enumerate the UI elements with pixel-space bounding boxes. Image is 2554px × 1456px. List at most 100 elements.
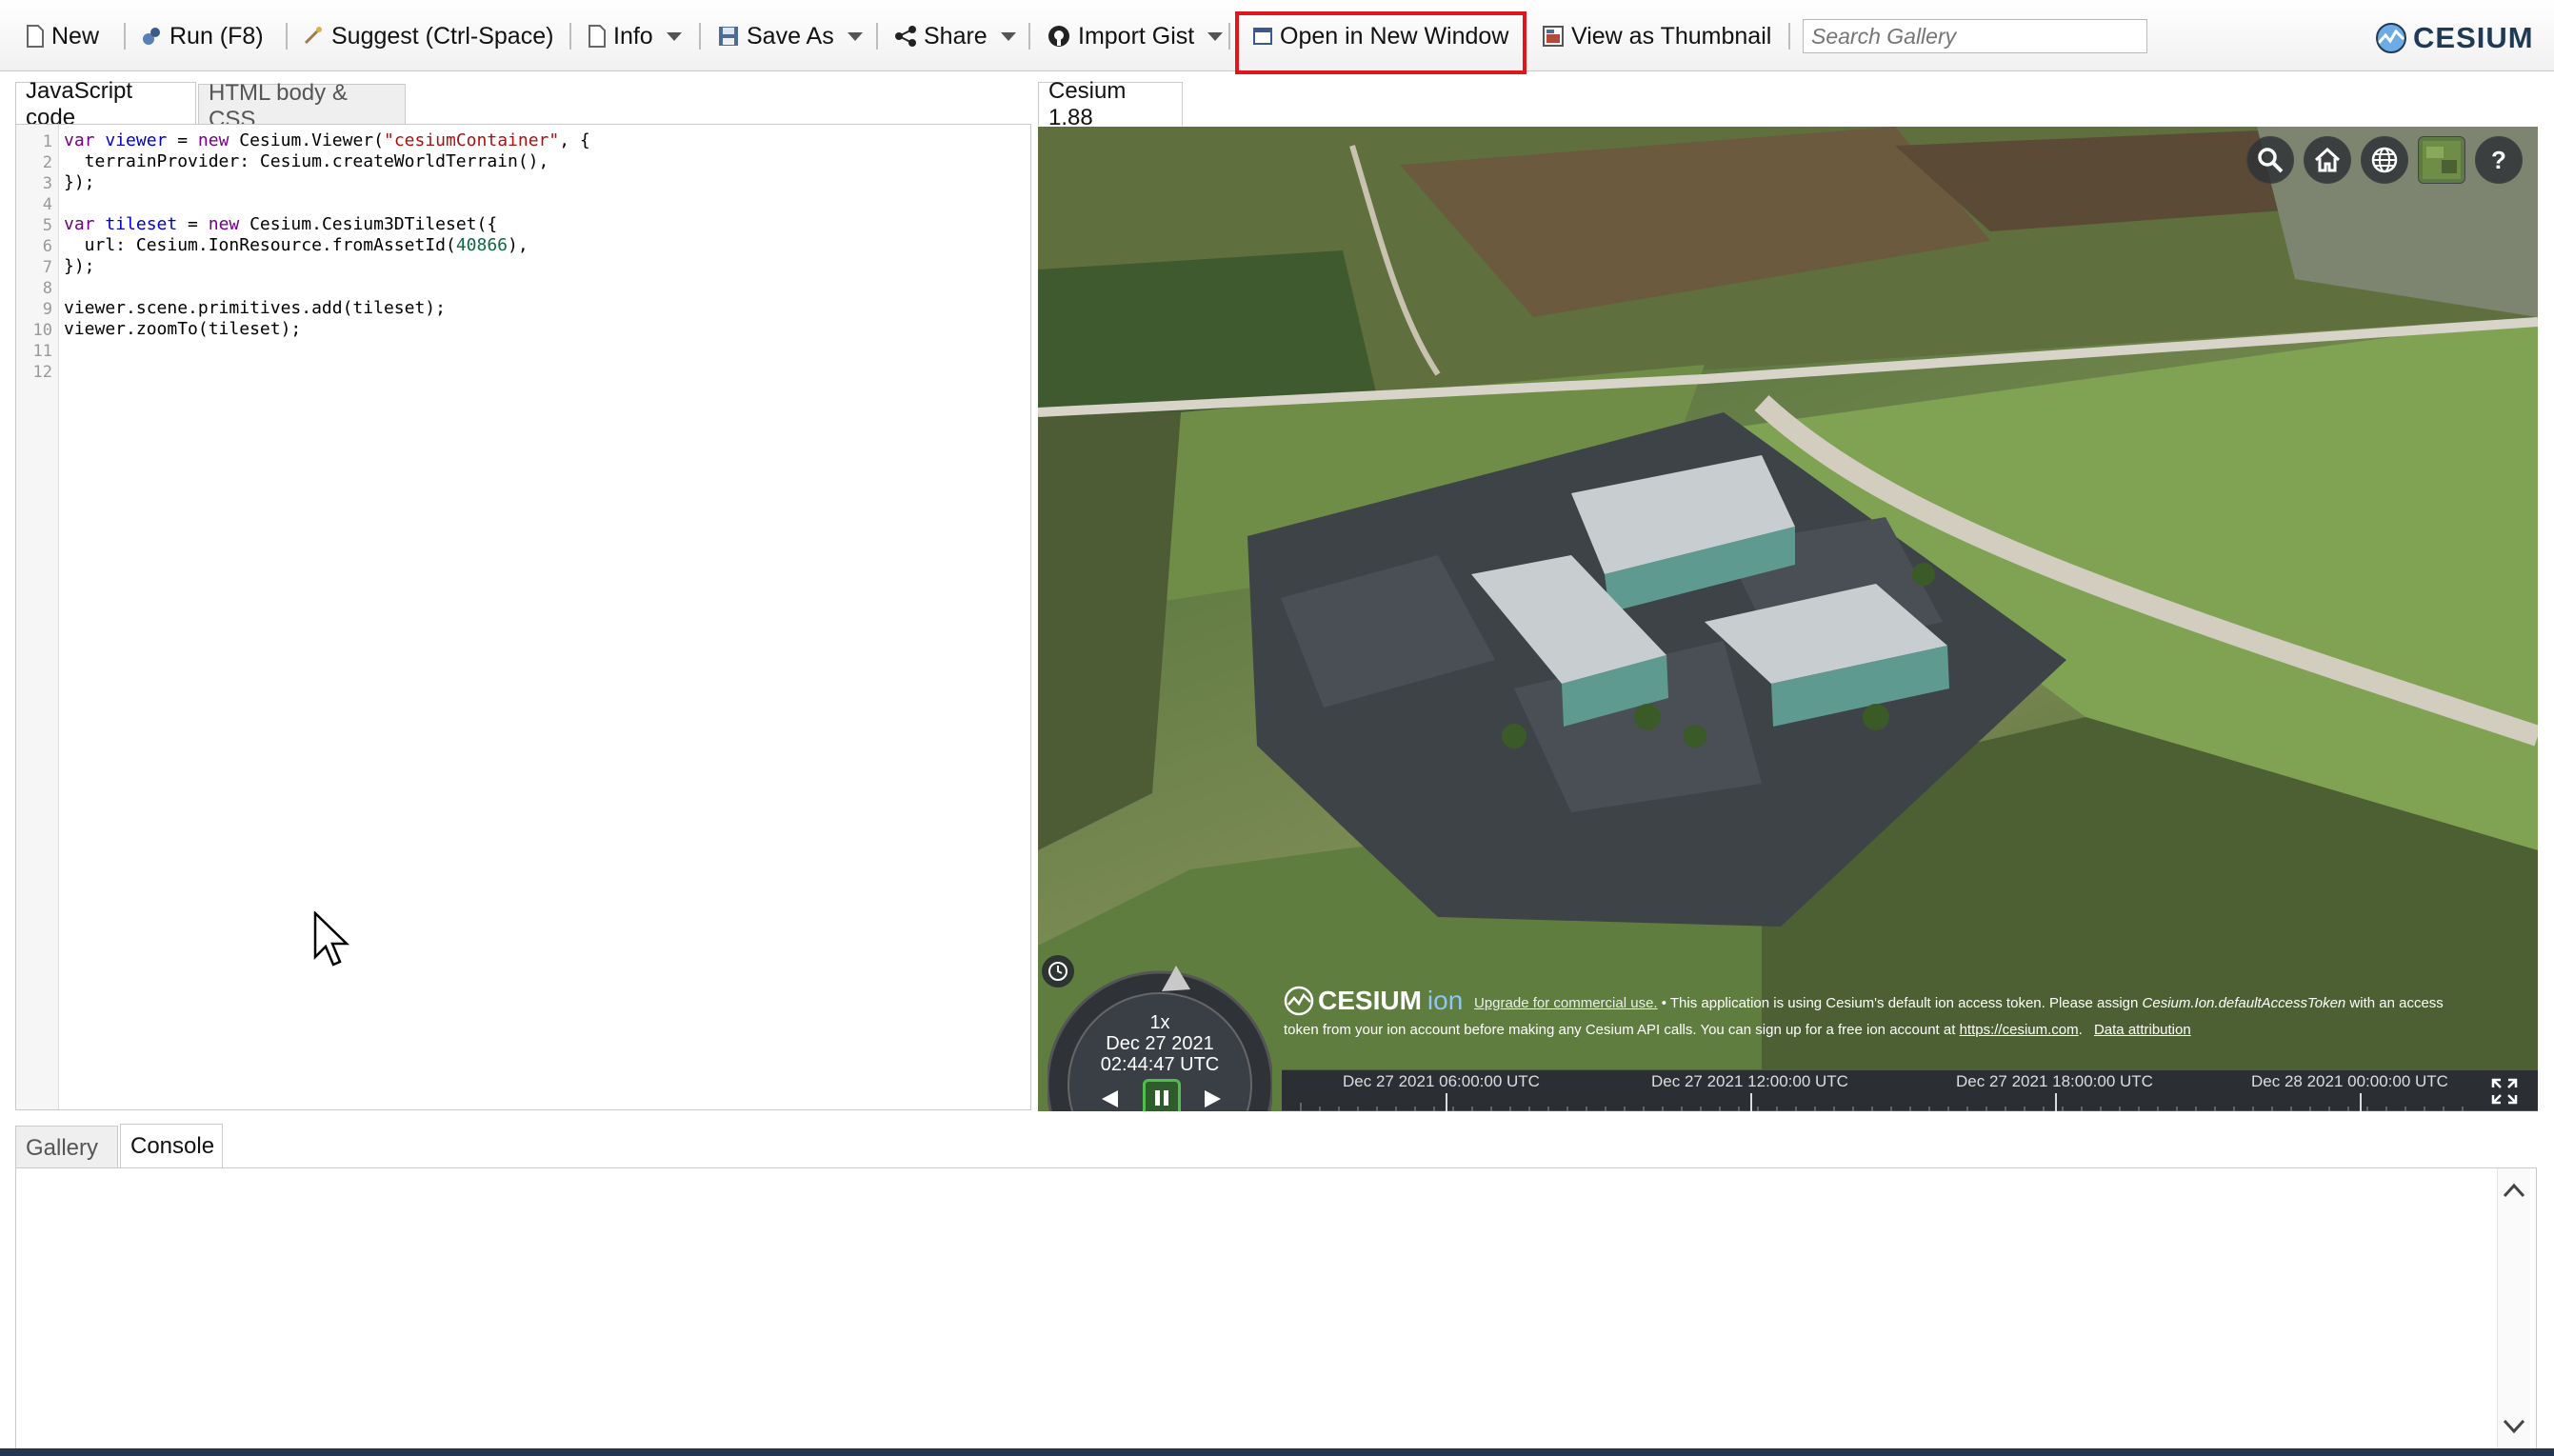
play-reverse-button[interactable] <box>1093 1083 1126 1111</box>
tab-javascript-code[interactable]: JavaScript code <box>15 78 196 130</box>
suggest-icon <box>303 26 324 47</box>
code-line: terrainProvider: Cesium.createWorldTerra… <box>64 151 549 171</box>
code-token: = <box>177 214 209 234</box>
fullscreen-button[interactable] <box>2487 1074 2522 1108</box>
code-line: }); <box>64 172 95 192</box>
cesium-ion-logo-icon <box>1284 986 1314 1016</box>
pause-icon <box>1155 1090 1168 1106</box>
line-number: 4 <box>42 195 52 214</box>
help-button[interactable]: ? <box>2475 136 2523 184</box>
save-icon <box>718 26 739 47</box>
share-menu-button[interactable]: Share <box>895 13 1016 59</box>
animation-widget: 1x Dec 27 2021 02:44:47 UTC <box>1048 961 1272 1111</box>
pause-button[interactable] <box>1143 1079 1181 1111</box>
search-gallery-input[interactable] <box>1803 19 2147 53</box>
play-forward-button[interactable] <box>1196 1083 1228 1111</box>
info-label: Info <box>613 22 653 50</box>
cesium-logo-icon <box>2376 23 2406 53</box>
code-editor[interactable]: 1 2 3 4 5 6 7 8 9 10 11 12 var viewer = … <box>15 124 1031 1110</box>
code-token: ), <box>508 235 529 255</box>
run-button[interactable]: Run (F8) <box>141 13 264 59</box>
code-line: viewer.zoomTo(tileset); <box>64 319 302 339</box>
clock-date: Dec 27 2021 <box>1106 1033 1214 1054</box>
code-line: viewer.scene.primitives.add(tileset); <box>64 298 446 318</box>
scene-mode-button[interactable] <box>2361 136 2408 184</box>
view-thumbnail-button[interactable]: View as Thumbnail <box>1543 13 1771 59</box>
import-gist-label: Import Gist <box>1078 22 1195 50</box>
console-output[interactable] <box>15 1167 2537 1449</box>
credit-text: token from your ion account before makin… <box>1284 1022 1960 1038</box>
line-number: 3 <box>42 174 52 193</box>
code-token: new <box>197 130 229 150</box>
scroll-up-icon[interactable] <box>2503 1182 2525 1199</box>
chevron-down-icon <box>1207 31 1224 41</box>
new-button[interactable]: New <box>27 13 99 59</box>
base-layer-picker-button[interactable] <box>2418 136 2465 184</box>
cesium-3d-viewer[interactable]: ? 1x Dec 27 2021 02:44:47 UTC CESIUM ion <box>1038 127 2538 1111</box>
save-as-menu-button[interactable]: Save As <box>718 13 863 59</box>
line-number: 5 <box>42 216 52 235</box>
cesium-link[interactable]: https://cesium.com <box>1960 1022 2079 1038</box>
toolbar-divider <box>286 23 288 50</box>
home-button[interactable] <box>2304 136 2351 184</box>
timeline-ticks <box>1282 1093 2538 1111</box>
save-as-label: Save As <box>747 22 834 50</box>
tab-cesium-viewer[interactable]: Cesium 1.88 <box>1038 78 1183 130</box>
line-number: 11 <box>32 342 52 361</box>
code-token: var <box>64 214 95 234</box>
suggest-button[interactable]: Suggest (Ctrl-Space) <box>303 13 553 59</box>
svg-text:?: ? <box>2491 146 2506 174</box>
timeline-tick-label: Dec 28 2021 00:00:00 UTC <box>2251 1072 2448 1090</box>
tab-console[interactable]: Console <box>120 1124 223 1167</box>
code-line: var tileset = new Cesium.Cesium3DTileset… <box>64 214 497 234</box>
help-icon: ? <box>2491 146 2506 174</box>
code-line: var viewer = new Cesium.Viewer("cesiumCo… <box>64 130 590 150</box>
line-number: 6 <box>42 237 52 256</box>
chevron-down-icon <box>1000 31 1016 41</box>
suggest-label: Suggest (Ctrl-Space) <box>331 22 554 50</box>
tab-html-body-css[interactable]: HTML body & CSS <box>198 80 406 132</box>
scroll-down-icon[interactable] <box>2503 1418 2525 1435</box>
line-number: 10 <box>32 321 52 340</box>
credit-line-2: token from your ion account before makin… <box>1284 1022 2191 1038</box>
tab-gallery[interactable]: Gallery <box>15 1126 118 1169</box>
timeline[interactable]: Dec 27 2021 06:00:00 UTC Dec 27 2021 12:… <box>1282 1069 2538 1111</box>
code-line: url: Cesium.IonResource.fromAssetId(4086… <box>64 235 529 255</box>
run-label: Run (F8) <box>170 22 264 50</box>
toolbar-divider <box>1788 23 1790 50</box>
globe-icon <box>2371 147 2398 173</box>
timeline-tick-label: Dec 27 2021 06:00:00 UTC <box>1343 1072 1540 1090</box>
credit-text: Cesium.Ion.defaultAccessToken <box>2142 995 2346 1011</box>
upgrade-link[interactable]: Upgrade for commercial use. <box>1474 995 1658 1011</box>
code-token: = <box>167 130 198 150</box>
code-line: }); <box>64 256 95 276</box>
play-icon <box>1205 1090 1221 1107</box>
data-attribution-link[interactable]: Data attribution <box>2094 1022 2191 1038</box>
toolbar-divider <box>1028 23 1030 50</box>
info-icon <box>589 25 606 48</box>
toolbar-divider <box>699 23 701 50</box>
code-token: new <box>208 214 240 234</box>
view-thumbnail-label: View as Thumbnail <box>1571 22 1772 50</box>
code-token: 40866 <box>455 235 508 255</box>
fullscreen-icon <box>2491 1078 2518 1105</box>
tab-label: Console <box>130 1132 215 1159</box>
import-gist-menu-button[interactable]: Import Gist <box>1048 13 1224 59</box>
line-number: 8 <box>42 279 52 298</box>
geocoder-search-button[interactable] <box>2246 136 2294 184</box>
info-menu-button[interactable]: Info <box>589 13 682 59</box>
play-reverse-icon <box>1102 1090 1118 1107</box>
console-scrollbar[interactable] <box>2497 1168 2530 1448</box>
chevron-down-icon <box>666 31 682 41</box>
ion-logo-suffix: ion <box>1427 986 1464 1015</box>
github-icon <box>1048 25 1070 48</box>
toolbar-divider <box>876 23 878 50</box>
home-icon <box>2314 147 2341 172</box>
cesium-logo: CESIUM <box>2375 19 2534 57</box>
main-toolbar: New Run (F8) Suggest (Ctrl-Space) Info S… <box>0 0 2554 74</box>
code-token: var <box>64 130 95 150</box>
ion-logo-text: CESIUM <box>1318 986 1422 1015</box>
line-number: 7 <box>42 258 52 277</box>
toolbar-divider <box>569 23 571 50</box>
line-number: 1 <box>42 132 52 151</box>
